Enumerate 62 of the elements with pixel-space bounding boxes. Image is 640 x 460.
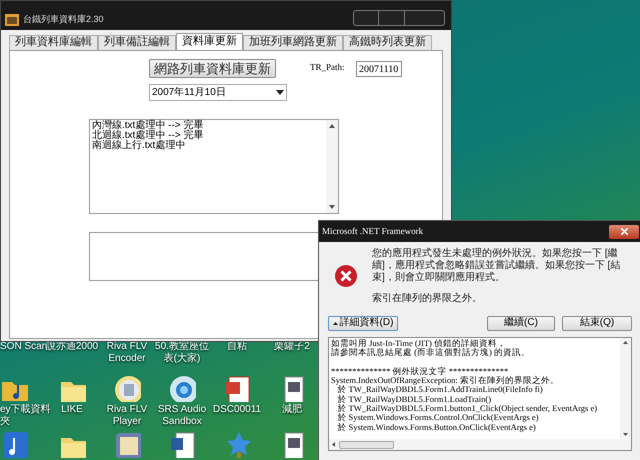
detail-line: 於 TW_RailWayDBDL5.Form1.AddTrainLine0(FileInfo fi) xyxy=(337,385,544,395)
icon-label: 減肥 xyxy=(282,404,302,416)
error-message: 您的應用程式發生未處理的例外狀況。如果您按一下 [繼續]，應用程式會忽略錯誤並嘗試繼續。如果您按一下 [結束]，則會立即關閉應用程式。 xyxy=(372,248,622,284)
quit-button[interactable]: 結束(Q) xyxy=(562,316,632,330)
scroll-thumb[interactable] xyxy=(339,440,394,448)
icon-label: DSC00011 xyxy=(212,404,262,416)
icon-label: LIKE xyxy=(61,404,83,416)
icon-label: 栗罐子2 xyxy=(274,341,310,353)
error-text: 索引在陣列的界限之外。 xyxy=(372,293,483,305)
log-line: 北迴線.txt處理中 --> 完畢 xyxy=(92,131,204,141)
triangle-icon xyxy=(332,322,338,324)
tr-path-label: TR_Path: xyxy=(310,61,345,74)
app-icon xyxy=(5,14,19,26)
icon-label: 50.教室座位表(大家) xyxy=(155,341,209,365)
detail-line: ************** 例外狀況文字 ************** xyxy=(331,366,510,376)
detail-line: 於 TW_RailWayDBDL5.Form1.button1_Click(Object sender, EventArgs e) xyxy=(336,404,598,414)
detail-line: 如需叫用 Just-In-Time (JIT) 偵錯的詳細資料， xyxy=(331,339,507,348)
scrollbar[interactable] xyxy=(326,120,338,213)
date-value: 2007年11月10日 xyxy=(152,86,226,100)
details-button[interactable]: 詳細資料(D) xyxy=(328,316,398,330)
tab[interactable]: 列車資料庫編輯 xyxy=(9,35,98,50)
detail-line: 請參閱本訊息結尾處 (而非這個對話方塊) 的資訊。 xyxy=(331,348,531,358)
dialog-title: Microsoft .NET Framework xyxy=(322,224,424,238)
close-icon xyxy=(620,228,628,235)
log-line: 內灣線.txt處理中 --> 完畢 xyxy=(92,121,204,131)
detail-line: 於 System.Windows.Forms.Control.OnClick(EventArgs e) xyxy=(336,413,539,423)
scroll-left-icon[interactable] xyxy=(332,442,335,447)
vertical-scrollbar[interactable] xyxy=(620,338,631,439)
tab[interactable]: 資料庫更新 xyxy=(176,33,243,50)
detail-line: 於 TW_RailWayDBDL5.Form1.LoadTrain() xyxy=(336,394,492,404)
letter-tile-icon[interactable] xyxy=(113,430,141,458)
icon-label: SON Scan xyxy=(0,341,48,353)
scroll-down-icon[interactable] xyxy=(329,205,335,209)
minimize-button[interactable] xyxy=(353,10,379,26)
icon-label: 自粘 xyxy=(227,341,247,353)
window-title: 台鐵列車資料庫2.30 xyxy=(23,12,104,26)
date-dropdown[interactable]: 2007年11月10日 xyxy=(149,84,287,101)
detail-line: System.IndexOutOfRangeException: 索引在陣列的界限之外。 xyxy=(331,376,560,386)
tr-path-field[interactable]: 20071110 xyxy=(356,61,402,77)
icon-label: 說亦通2000 xyxy=(46,341,98,353)
scroll-down-icon[interactable] xyxy=(623,433,628,436)
icon-label: SRS Audio Sandbox xyxy=(156,404,208,428)
tab[interactable]: 列車備註編輯 xyxy=(98,35,176,50)
icon-label: Riva FLV Encoder xyxy=(106,341,148,365)
horizontal-scrollbar[interactable] xyxy=(329,439,631,450)
continue-button[interactable]: 繼續(C) xyxy=(487,316,555,330)
picture-file-icon[interactable] xyxy=(223,374,251,402)
dropdown-arrow-icon xyxy=(276,90,284,95)
maximize-button[interactable] xyxy=(379,10,405,26)
error-icon xyxy=(334,264,358,288)
tab[interactable]: 加班列車網路更新 xyxy=(243,35,343,50)
scroll-up-icon[interactable] xyxy=(329,124,335,128)
document-icon[interactable] xyxy=(168,430,196,458)
icon-label: ey下載資料夾 xyxy=(0,404,52,428)
icon-label: Riva FLV Player xyxy=(106,404,148,428)
tab[interactable]: 高鐵時列表更新 xyxy=(343,35,432,50)
detail-line: 於 System.Windows.Forms.Button.OnClick(EventArgs e) xyxy=(336,422,536,432)
close-button[interactable] xyxy=(609,224,639,238)
rings-icon[interactable] xyxy=(168,374,196,402)
log-line: 南迴線上行.txt處理中 xyxy=(92,141,186,151)
scroll-up-icon[interactable] xyxy=(623,341,628,344)
update-button[interactable]: 網路列車資料庫更新 xyxy=(149,59,276,78)
